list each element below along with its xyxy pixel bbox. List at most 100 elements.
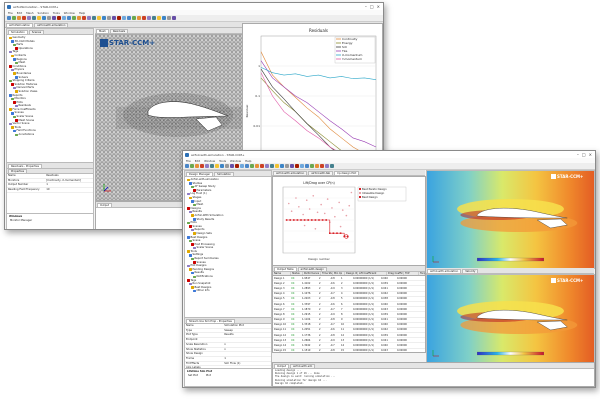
pareto-design-point[interactable] [332, 232, 335, 234]
toolbar-button-icon[interactable] [290, 164, 294, 168]
menu-file[interactable]: File [8, 11, 13, 15]
toolbar-button-icon[interactable] [172, 16, 176, 20]
property-value[interactable]: 10 [46, 188, 49, 192]
toolbar-button-icon[interactable] [152, 16, 156, 20]
menu-solution[interactable]: Solution [37, 11, 48, 15]
infeasible-design-point[interactable] [290, 210, 293, 212]
table-header-cell[interactable]: Lift Coefficient [358, 272, 387, 275]
toolbar-button-icon[interactable] [325, 164, 329, 168]
property-value[interactable]: Results [224, 333, 233, 337]
toolbar-button-icon[interactable] [117, 16, 121, 20]
tab-cp-design-plot[interactable]: Cp-Design Plot [334, 171, 360, 175]
infeasible-design-point[interactable] [350, 191, 353, 194]
front-menu-window-2[interactable]: Window [230, 159, 241, 163]
property-value[interactable]: Simulation Plot [224, 324, 244, 328]
table-header-cell[interactable]: Time Step [321, 272, 333, 275]
table-header-cell[interactable]: Design ID [345, 272, 358, 275]
toolbar-button-icon[interactable] [27, 16, 31, 20]
front-minimize-icon[interactable]: – [577, 152, 579, 157]
front-menu-edit[interactable]: Edit [195, 159, 200, 163]
pareto-design-point[interactable] [336, 232, 338, 234]
toolbar-button-icon[interactable] [235, 164, 239, 168]
property-value[interactable]: x [224, 348, 226, 352]
infeasible-design-point[interactable] [323, 212, 326, 215]
toolbar-button-icon[interactable] [200, 164, 204, 168]
infeasible-design-point[interactable] [331, 207, 333, 209]
infeasible-design-point[interactable] [320, 203, 322, 206]
front-menu-file[interactable]: File [186, 159, 191, 163]
toolbar-button-icon[interactable] [315, 164, 319, 168]
menu-mesh[interactable]: Mesh [26, 11, 33, 15]
toolbar-button-icon[interactable] [245, 164, 249, 168]
toolbar-button-icon[interactable] [330, 164, 334, 168]
toolbar-button-icon[interactable] [132, 16, 136, 20]
monitor-manager-item[interactable]: Monitor Manager [7, 219, 93, 222]
toolbar-button-icon[interactable] [250, 164, 254, 168]
toolbar-button-icon[interactable] [87, 16, 91, 20]
tab-residuals[interactable]: Residuals [109, 29, 129, 33]
toolbar-button-icon[interactable] [137, 16, 141, 20]
toolbar-button-icon[interactable] [97, 16, 101, 20]
pareto-design-point[interactable] [329, 232, 331, 234]
toolbar-button-icon[interactable] [107, 16, 111, 20]
toolbar-button-icon[interactable] [112, 16, 116, 20]
toolbar-button-icon[interactable] [210, 164, 214, 168]
infeasible-design-point[interactable] [339, 225, 342, 228]
pareto-design-point[interactable] [303, 219, 306, 221]
toolbar-button-icon[interactable] [225, 164, 229, 168]
pareto-design-point[interactable] [300, 219, 302, 221]
toolbar-button-icon[interactable] [295, 164, 299, 168]
pareto-design-point[interactable] [311, 219, 313, 221]
tab-airfoil-with-design[interactable]: airfoil-with-design [297, 267, 327, 271]
infeasible-design-point[interactable] [287, 202, 290, 205]
front-maximize-icon[interactable]: □ [582, 152, 586, 157]
table-header-cell[interactable]: Status [291, 272, 303, 275]
infeasible-design-point[interactable] [302, 213, 304, 216]
close-icon[interactable]: × [377, 4, 380, 9]
front-menu-window[interactable]: Window [204, 159, 215, 163]
toolbar-button-icon[interactable] [275, 164, 279, 168]
pareto-design-point[interactable] [318, 219, 320, 221]
pareto-design-point[interactable] [285, 219, 288, 221]
property-value[interactable]: x [224, 343, 226, 347]
tab-mesh-scene[interactable]: Mesh [96, 29, 109, 33]
infeasible-design-point[interactable] [316, 211, 319, 214]
tab-front-airfoil-with-tab[interactable]: airfoil-with-tab [308, 171, 334, 175]
tab-simulation[interactable]: Simulation [8, 30, 28, 34]
tab-airfoil-with-simulation[interactable]: airfoil-with-simulation [34, 23, 69, 27]
front-output-tab[interactable]: Output [274, 364, 290, 368]
toolbar-button-icon[interactable] [205, 164, 209, 168]
property-value[interactable]: Sweep [224, 329, 233, 333]
infeasible-design-point[interactable] [334, 215, 336, 218]
toolbar-button-icon[interactable] [42, 16, 46, 20]
table-header-cell[interactable]: Drag Coefficient [387, 272, 404, 275]
property-value[interactable]: Sim Flow (1) [224, 362, 240, 366]
set-plot-value[interactable]: Plot [206, 374, 211, 377]
infeasible-design-point[interactable] [326, 198, 329, 200]
tab-airfoil-simulation[interactable]: airfoilSimulation [6, 23, 34, 27]
toolbar-button-icon[interactable] [285, 164, 289, 168]
pareto-design-point[interactable] [314, 219, 317, 221]
toolbar-button-icon[interactable] [190, 164, 194, 168]
toolbar-button-icon[interactable] [260, 164, 264, 168]
table-header-cell[interactable]: Performance [303, 272, 321, 275]
menu-tools[interactable]: Tools [53, 11, 60, 15]
toolbar-button-icon[interactable] [127, 16, 131, 20]
toolbar-button-icon[interactable] [195, 164, 199, 168]
toolbar-button-icon[interactable] [230, 164, 234, 168]
infeasible-design-point[interactable] [308, 208, 311, 210]
toolbar-button-icon[interactable] [7, 16, 11, 20]
toolbar-button-icon[interactable] [12, 16, 16, 20]
pareto-design-point[interactable] [339, 232, 342, 234]
minimize-icon[interactable]: – [365, 4, 367, 9]
toolbar-button-icon[interactable] [240, 164, 244, 168]
toolbar-button-icon[interactable] [22, 16, 26, 20]
pareto-design-point[interactable] [307, 219, 309, 221]
infeasible-design-point[interactable] [312, 195, 315, 197]
toolbar-button-icon[interactable] [220, 164, 224, 168]
toolbar-button-icon[interactable] [67, 16, 71, 20]
toolbar-button-icon[interactable] [270, 164, 274, 168]
property-row[interactable]: Reading Field Frequency 10 [7, 188, 93, 193]
toolbar-button-icon[interactable] [320, 164, 324, 168]
toolbar-button-icon[interactable] [185, 164, 189, 168]
